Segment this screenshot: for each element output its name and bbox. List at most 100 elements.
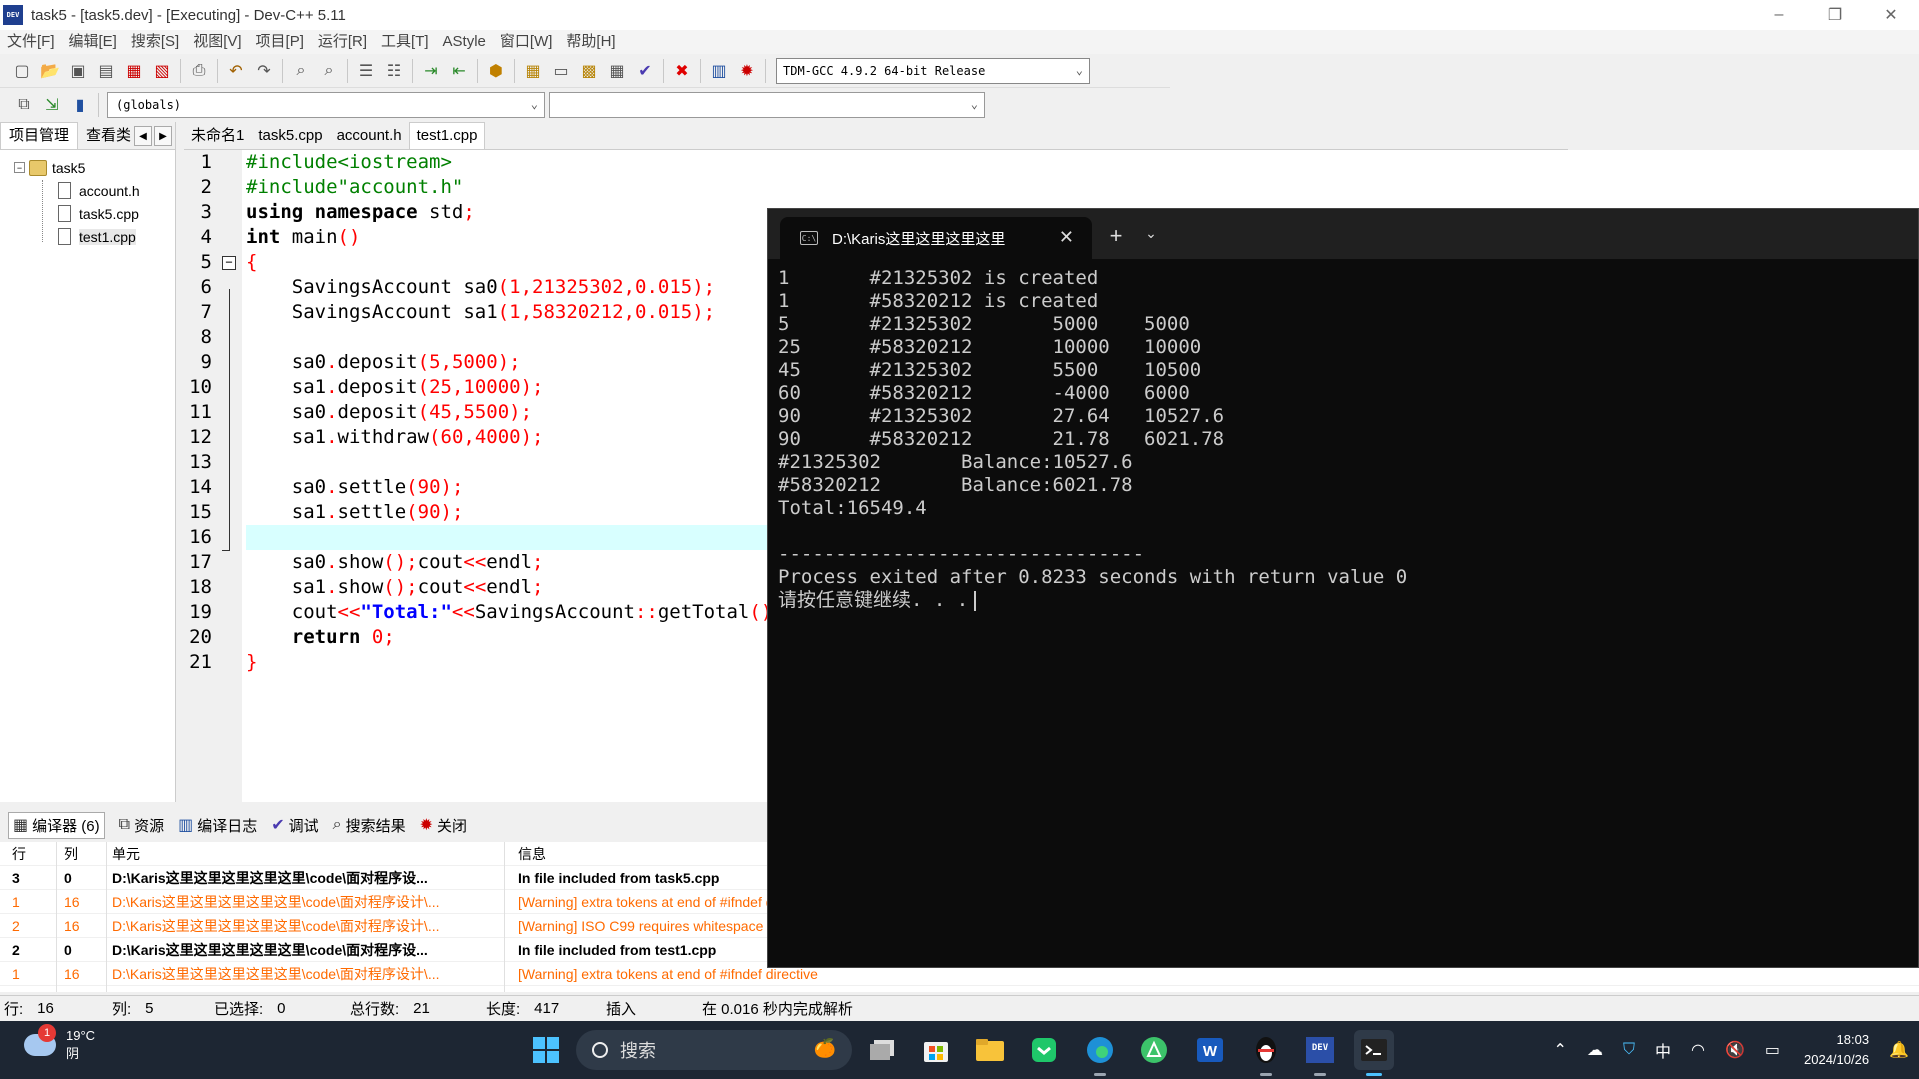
close-window-button[interactable]: ✕: [1863, 0, 1919, 30]
tab-compiler[interactable]: ▦ 编译器 (6): [8, 811, 105, 839]
tree-file-task5-cpp[interactable]: task5.cpp: [0, 202, 175, 225]
menu-search[interactable]: 搜索[S]: [124, 30, 186, 54]
notification-bell-icon[interactable]: 🔔: [1889, 1040, 1909, 1060]
tab-untitled1[interactable]: 未命名1: [184, 123, 251, 149]
header-col[interactable]: 列: [60, 844, 110, 864]
terminal-tab[interactable]: C:\ D:\Karis这里这里这里这里 ✕: [780, 217, 1092, 259]
tab-account-h[interactable]: account.h: [330, 123, 409, 149]
replace-icon[interactable]: ⌕: [317, 59, 341, 83]
file-explorer-icon[interactable]: [970, 1030, 1010, 1070]
undo-icon[interactable]: ↶: [224, 59, 248, 83]
tab-search-results[interactable]: ⌕ 搜索结果: [333, 815, 406, 836]
terminal-taskbar-icon[interactable]: [1354, 1030, 1394, 1076]
close-icon[interactable]: ✕: [1059, 227, 1074, 248]
tab-compiler-label: 编译器 (6): [32, 817, 100, 835]
collapse-icon[interactable]: −: [14, 162, 25, 173]
redo-icon[interactable]: ↷: [252, 59, 276, 83]
clock[interactable]: 18:03 2024/10/26: [1804, 1030, 1869, 1070]
taskbar-search[interactable]: 搜索 🍊: [576, 1030, 852, 1070]
menu-project[interactable]: 项目[P]: [249, 30, 311, 54]
compile-run-icon[interactable]: ▩: [577, 59, 601, 83]
menu-astyle[interactable]: AStyle: [436, 30, 493, 54]
chevron-down-icon[interactable]: ⌄: [1136, 225, 1166, 242]
minimize-button[interactable]: –: [1751, 0, 1807, 30]
menu-help[interactable]: 帮助[H]: [559, 30, 622, 54]
indent-icon[interactable]: ☰: [354, 59, 378, 83]
wechat-work-icon[interactable]: [1024, 1030, 1064, 1070]
print-icon[interactable]: ⎙: [187, 59, 211, 83]
volume-muted-icon[interactable]: 🔇: [1725, 1040, 1745, 1060]
debug-icon[interactable]: ✹: [735, 59, 759, 83]
tree-project-node[interactable]: − task5: [0, 156, 175, 179]
file-icon: [58, 228, 71, 245]
security-shield-icon[interactable]: ⛉: [1623, 1041, 1635, 1059]
tree-file-account-h[interactable]: account.h: [0, 179, 175, 202]
menu-edit[interactable]: 编辑[E]: [62, 30, 124, 54]
weather-widget[interactable]: 1 19°C 阴: [24, 1024, 95, 1063]
rebuild-icon[interactable]: ▦: [605, 59, 629, 83]
header-unit[interactable]: 单元: [110, 844, 510, 864]
battery-icon[interactable]: ▭: [1765, 1040, 1780, 1060]
tab-project-manager[interactable]: 项目管理: [0, 122, 79, 149]
new-tab-plus-icon[interactable]: +: [1096, 223, 1136, 249]
svg-text:DEV: DEV: [1312, 1043, 1329, 1053]
maximize-button[interactable]: ❐: [1807, 0, 1863, 30]
scope-select[interactable]: (globals) ⌄: [107, 92, 545, 118]
word-icon[interactable]: W: [1190, 1030, 1230, 1070]
new-file-icon[interactable]: ▢: [10, 59, 34, 83]
devcpp-taskbar-icon[interactable]: DEV: [1300, 1030, 1340, 1076]
close-file-icon[interactable]: ▦: [122, 59, 146, 83]
onedrive-cloud-icon[interactable]: ☁: [1587, 1040, 1603, 1060]
find-icon[interactable]: ⌕: [289, 59, 313, 83]
goto-icon[interactable]: ⇥: [419, 59, 443, 83]
class-browser-icon[interactable]: ⧉: [12, 93, 36, 117]
windows-start-icon[interactable]: [526, 1030, 566, 1070]
save-icon[interactable]: ▣: [66, 59, 90, 83]
tab-scroll-right-icon[interactable]: ▶: [154, 126, 172, 146]
terminal-line: 1 #21325302 is created: [778, 267, 1099, 289]
bookmark-icon[interactable]: ⬢: [484, 59, 508, 83]
unindent-icon[interactable]: ☷: [382, 59, 406, 83]
tab-scroll-left-icon[interactable]: ◀: [134, 126, 152, 146]
tab-class-view[interactable]: 查看类: [78, 123, 140, 149]
insert-icon[interactable]: ⇲: [40, 93, 64, 117]
ms-store-icon[interactable]: [916, 1030, 956, 1070]
ai-app-icon[interactable]: [1134, 1030, 1174, 1070]
tree-file-test1-cpp[interactable]: test1.cpp: [0, 225, 175, 248]
menu-run[interactable]: 运行[R]: [311, 30, 374, 54]
run-icon[interactable]: ▭: [549, 59, 573, 83]
task-view-icon[interactable]: [862, 1030, 902, 1070]
fold-icon[interactable]: −: [222, 256, 236, 270]
symbol-select[interactable]: ⌄: [549, 92, 985, 118]
tab-search-results-label: 搜索结果: [345, 817, 406, 835]
terminal-window[interactable]: C:\ D:\Karis这里这里这里这里 ✕ + ⌄ 1 #21325302 i…: [767, 208, 1919, 968]
check-syntax-icon[interactable]: ✔: [633, 59, 657, 83]
line-number: 13: [189, 451, 212, 473]
menu-view[interactable]: 视图[V]: [186, 30, 248, 54]
tab-test1-cpp[interactable]: test1.cpp: [408, 122, 486, 149]
header-row[interactable]: 行: [0, 844, 60, 864]
menu-window[interactable]: 窗口[W]: [493, 30, 560, 54]
wifi-icon[interactable]: ◠: [1691, 1040, 1705, 1060]
compiler-select[interactable]: TDM-GCC 4.9.2 64-bit Release ⌄: [776, 57, 1090, 84]
terminal-output[interactable]: 1 #21325302 is created 1 #58320212 is cre…: [778, 267, 1407, 612]
goto-back-icon[interactable]: ⇤: [447, 59, 471, 83]
open-file-icon[interactable]: 📂: [38, 59, 62, 83]
toggle-bookmark-icon[interactable]: ▮: [68, 93, 92, 117]
stop-execution-icon[interactable]: ✖: [670, 59, 694, 83]
qq-penguin-icon[interactable]: [1246, 1030, 1286, 1076]
close-all-icon[interactable]: ▧: [150, 59, 174, 83]
compile-icon[interactable]: ▦: [521, 59, 545, 83]
tab-debug[interactable]: ✔ 调试: [271, 815, 318, 836]
tab-close[interactable]: ✹ 关闭: [420, 815, 467, 836]
tab-compile-log[interactable]: ▥ 编译日志: [178, 815, 257, 836]
tab-resources[interactable]: ⧉ 资源: [119, 815, 164, 836]
menu-tools[interactable]: 工具[T]: [374, 30, 436, 54]
edge-browser-icon[interactable]: [1080, 1030, 1120, 1076]
ime-indicator[interactable]: 中: [1655, 1038, 1671, 1062]
show-hidden-icons-chevron-icon[interactable]: ⌃: [1554, 1040, 1567, 1060]
save-all-icon[interactable]: ▤: [94, 59, 118, 83]
tab-task5-cpp[interactable]: task5.cpp: [251, 123, 329, 149]
profile-chart-icon[interactable]: ▥: [707, 59, 731, 83]
menu-file[interactable]: 文件[F]: [0, 30, 62, 54]
